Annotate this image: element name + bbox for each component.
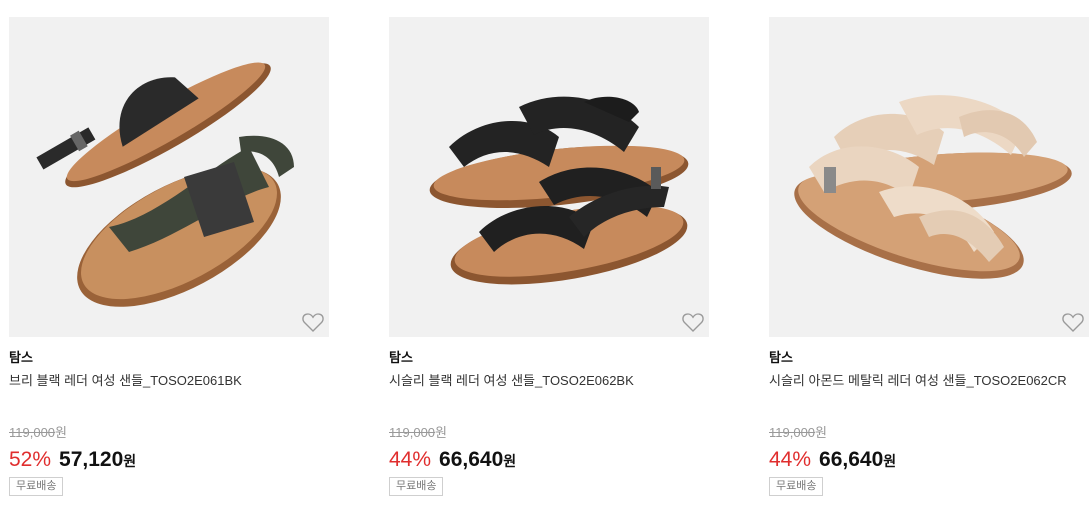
product-brand: 탐스: [389, 350, 413, 365]
product-brand: 탐스: [9, 350, 33, 365]
free-shipping-badge: 무료배송: [389, 477, 444, 496]
free-shipping-badge: 무료배송: [9, 477, 64, 496]
product-image[interactable]: [9, 17, 329, 337]
product-card[interactable]: 탐스 시슬리 아몬드 메탈릭 레더 여성 샌들_TOSO2E062CR 119,…: [769, 17, 1089, 496]
product-image[interactable]: [389, 17, 709, 337]
wishlist-heart-icon[interactable]: [301, 311, 325, 333]
product-card[interactable]: 탐스 브리 블랙 레더 여성 샌들_TOSO2E061BK 119,000원 5…: [9, 17, 329, 496]
sandal-thong-black-image: [36, 62, 294, 307]
sandal-strappy-almond-image: [794, 95, 1072, 279]
product-grid: 탐스 브리 블랙 레더 여성 샌들_TOSO2E061BK 119,000원 5…: [0, 0, 1090, 516]
product-image[interactable]: [769, 17, 1089, 337]
product-name[interactable]: 브리 블랙 레더 여성 샌들_TOSO2E061BK: [9, 372, 329, 389]
product-brand: 탐스: [769, 350, 793, 365]
discount-rate: 44%: [389, 448, 432, 471]
sale-price: 66,640: [439, 448, 504, 471]
discount-rate: 52%: [9, 448, 52, 471]
sale-price: 66,640: [819, 448, 884, 471]
price-line: 44% 66,640원: [389, 447, 709, 473]
price-unit: 원: [503, 453, 517, 469]
product-card[interactable]: 탐스 시슬리 블랙 레더 여성 샌들_TOSO2E062BK 119,000원 …: [389, 17, 709, 496]
price-line: 44% 66,640원: [769, 447, 1089, 473]
price-unit: 원: [123, 453, 137, 469]
price-unit: 원: [883, 453, 897, 469]
product-name[interactable]: 시슬리 아몬드 메탈릭 레더 여성 샌들_TOSO2E062CR: [769, 372, 1089, 389]
free-shipping-badge: 무료배송: [769, 477, 824, 496]
original-price: 119,000원: [9, 425, 67, 440]
wishlist-heart-icon[interactable]: [681, 311, 705, 333]
sale-price: 57,120: [59, 448, 124, 471]
discount-rate: 44%: [769, 448, 812, 471]
wishlist-heart-icon[interactable]: [1061, 311, 1085, 333]
original-price: 119,000원: [389, 425, 447, 440]
sandal-strappy-black-image: [429, 96, 689, 285]
product-name[interactable]: 시슬리 블랙 레더 여성 샌들_TOSO2E062BK: [389, 372, 709, 389]
original-price: 119,000원: [769, 425, 827, 440]
price-line: 52% 57,120원: [9, 447, 329, 473]
